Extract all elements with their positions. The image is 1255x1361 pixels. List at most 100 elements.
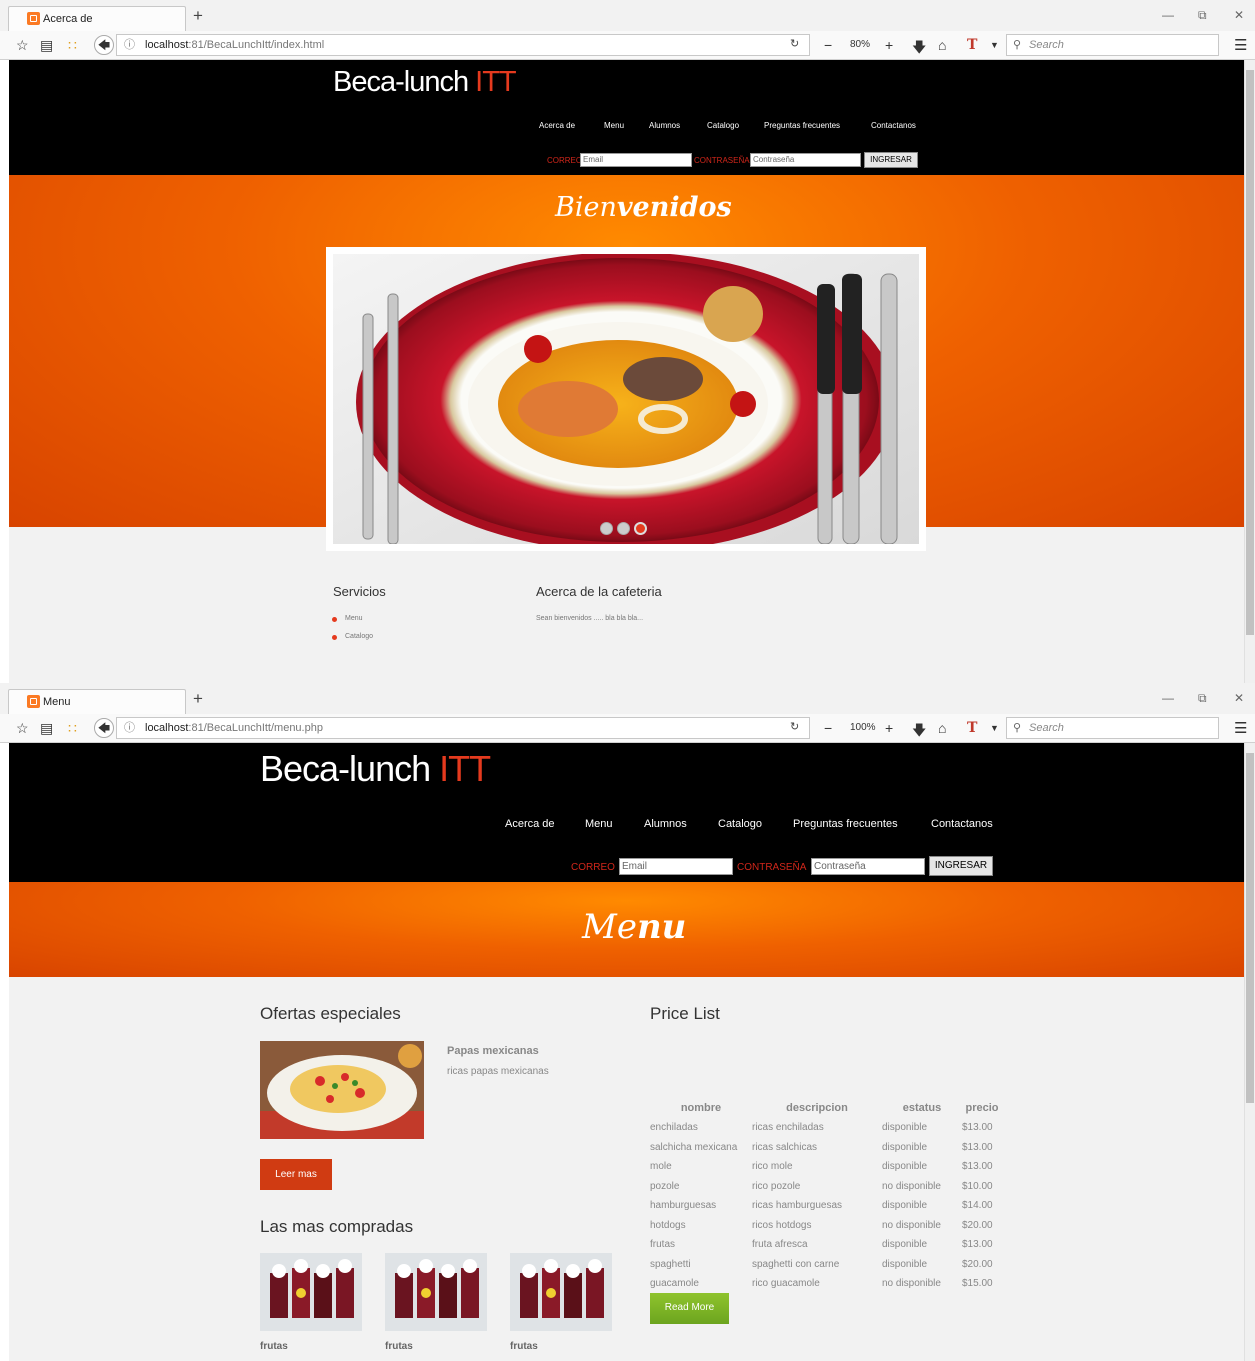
nav-menu[interactable]: Menu <box>604 121 624 130</box>
top-item-caption: frutas <box>260 1341 288 1352</box>
nav-contactanos[interactable]: Contactanos <box>931 818 993 830</box>
scrollbar[interactable] <box>1244 60 1255 683</box>
menu-icon[interactable]: ☰ <box>1234 36 1247 54</box>
site-header: Beca-lunch ITT Acerca de Menu Alumnos Ca… <box>9 743 1244 882</box>
translate-icon[interactable]: T <box>967 37 977 53</box>
col-nombre: nombre <box>680 1102 722 1114</box>
scrollbar[interactable] <box>1244 743 1255 1361</box>
tab-title: Menu <box>43 696 71 708</box>
nav-alumnos[interactable]: Alumnos <box>649 121 680 130</box>
email-field[interactable]: Email <box>619 858 733 875</box>
scroll-thumb[interactable] <box>1246 70 1254 635</box>
cell-descripcion: rico mole <box>752 1161 793 1173</box>
zoom-in-button[interactable]: + <box>885 34 893 56</box>
leer-mas-button[interactable]: Leer mas <box>260 1159 332 1190</box>
translate-icon[interactable]: T <box>967 720 977 736</box>
dropdown-icon[interactable]: ▼ <box>990 40 999 50</box>
table-row: hotdogs ricos hotdogs no disponible $20.00 <box>650 1216 1002 1236</box>
table-row: salchicha mexicana ricas salchicas disponi… <box>650 1138 1002 1158</box>
logo-accent: ITT <box>475 66 516 98</box>
tab-menu[interactable]: Menu <box>8 689 186 714</box>
download-icon[interactable]: 🡇 <box>912 37 926 61</box>
nav-acerca-de[interactable]: Acerca de <box>539 121 575 130</box>
new-tab-icon[interactable]: + <box>193 689 203 709</box>
search-input[interactable]: ⚲ Search <box>1006 34 1219 56</box>
bullet-icon <box>332 617 337 622</box>
cell-descripcion: rico guacamole <box>752 1278 820 1290</box>
cell-estatus: disponible <box>882 1122 928 1134</box>
zoom-in-button[interactable]: + <box>885 717 893 739</box>
bookmark-star-icon[interactable]: ☆ <box>16 37 29 54</box>
xampp-icon <box>27 12 40 25</box>
ingresar-button[interactable]: INGRESAR <box>929 856 993 876</box>
zoom-level[interactable]: 80% <box>850 34 870 56</box>
nav-acerca-de[interactable]: Acerca de <box>505 818 555 830</box>
close-icon[interactable]: ✕ <box>1234 8 1244 22</box>
reading-list-icon[interactable]: ▤ <box>40 37 53 54</box>
apps-icon[interactable]: ∷ <box>68 720 77 737</box>
cell-nombre: pozole <box>650 1180 680 1192</box>
reload-icon[interactable]: ↻ <box>790 720 799 733</box>
service-link-catalogo[interactable]: Catalogo <box>345 633 373 640</box>
scroll-thumb[interactable] <box>1246 753 1254 1103</box>
reload-icon[interactable]: ↻ <box>790 37 799 50</box>
restore-icon[interactable]: ⧉ <box>1198 8 1207 23</box>
apps-icon[interactable]: ∷ <box>68 37 77 54</box>
dropdown-icon[interactable]: ▼ <box>990 723 999 733</box>
cell-nombre: enchiladas <box>650 1122 698 1134</box>
close-icon[interactable]: ✕ <box>1234 691 1244 705</box>
back-arrow-icon[interactable]: 🡄 <box>94 35 114 55</box>
site-logo[interactable]: Beca-lunch ITT <box>260 748 491 790</box>
nav-preguntas-frecuentes[interactable]: Preguntas frecuentes <box>793 818 898 830</box>
download-icon[interactable]: 🡇 <box>912 720 926 744</box>
password-field[interactable]: Contraseña <box>750 153 861 167</box>
nav-toolbar: ☆ ▤ ∷ 🡄 ⓘ localhost:81/BecaLunchItt/menu… <box>0 714 1255 743</box>
home-icon[interactable]: ⌂ <box>938 720 946 736</box>
minimize-icon[interactable]: — <box>1162 691 1174 705</box>
slider-dot-2[interactable] <box>617 522 630 535</box>
url-path: :81/BecaLunchItt/index.html <box>188 39 325 51</box>
ingresar-button[interactable]: INGRESAR <box>864 152 918 168</box>
nav-toolbar: ☆ ▤ ∷ 🡄 ⓘ localhost:81/BecaLunchItt/inde… <box>0 31 1255 60</box>
tab-bar: Menu + — ⧉ ✕ <box>0 683 1255 714</box>
tab-acerca-de[interactable]: Acerca de <box>8 6 186 31</box>
cell-estatus: no disponible <box>882 1278 941 1290</box>
zoom-level[interactable]: 100% <box>850 717 876 739</box>
cell-precio: $14.00 <box>962 1200 993 1212</box>
nav-alumnos[interactable]: Alumnos <box>644 818 687 830</box>
price-table: nombre descripcion estatus precio enchil… <box>650 1098 1002 1294</box>
search-icon: ⚲ <box>1013 722 1022 734</box>
slider-dot-3[interactable] <box>634 522 647 535</box>
search-input[interactable]: ⚲ Search <box>1006 717 1219 739</box>
nav-catalogo[interactable]: Catalogo <box>718 818 762 830</box>
service-link-menu[interactable]: Menu <box>345 615 363 622</box>
new-tab-icon[interactable]: + <box>193 6 203 26</box>
nav-preguntas-frecuentes[interactable]: Preguntas frecuentes <box>764 121 840 130</box>
nav-catalogo[interactable]: Catalogo <box>707 121 739 130</box>
menu-icon[interactable]: ☰ <box>1234 719 1247 737</box>
zoom-out-button[interactable]: − <box>824 34 832 56</box>
cell-descripcion: ricos hotdogs <box>752 1219 812 1231</box>
banner-title: Bienvenidos <box>555 192 732 223</box>
bookmark-star-icon[interactable]: ☆ <box>16 720 29 737</box>
email-field[interactable]: Email <box>580 153 692 167</box>
site-logo[interactable]: Beca-lunch ITT <box>333 66 517 99</box>
cell-descripcion: rico pozole <box>752 1180 801 1192</box>
url-input[interactable]: ⓘ localhost:81/BecaLunchItt/index.html <box>116 34 810 56</box>
read-more-button[interactable]: Read More <box>650 1293 729 1324</box>
restore-icon[interactable]: ⧉ <box>1198 691 1207 706</box>
cell-precio: $20.00 <box>962 1258 993 1270</box>
zoom-out-button[interactable]: − <box>824 717 832 739</box>
home-icon[interactable]: ⌂ <box>938 37 946 53</box>
slider-dot-1[interactable] <box>600 522 613 535</box>
reading-list-icon[interactable]: ▤ <box>40 720 53 737</box>
url-input[interactable]: ⓘ localhost:81/BecaLunchItt/menu.php <box>116 717 810 739</box>
image-slider[interactable] <box>326 247 926 551</box>
password-field[interactable]: Contraseña <box>811 858 925 875</box>
nav-contactanos[interactable]: Contactanos <box>871 121 916 130</box>
back-arrow-icon[interactable]: 🡄 <box>94 718 114 738</box>
nav-menu[interactable]: Menu <box>585 818 613 830</box>
cell-descripcion: ricas salchicas <box>752 1141 818 1153</box>
minimize-icon[interactable]: — <box>1162 8 1174 22</box>
search-icon: ⚲ <box>1013 39 1022 51</box>
